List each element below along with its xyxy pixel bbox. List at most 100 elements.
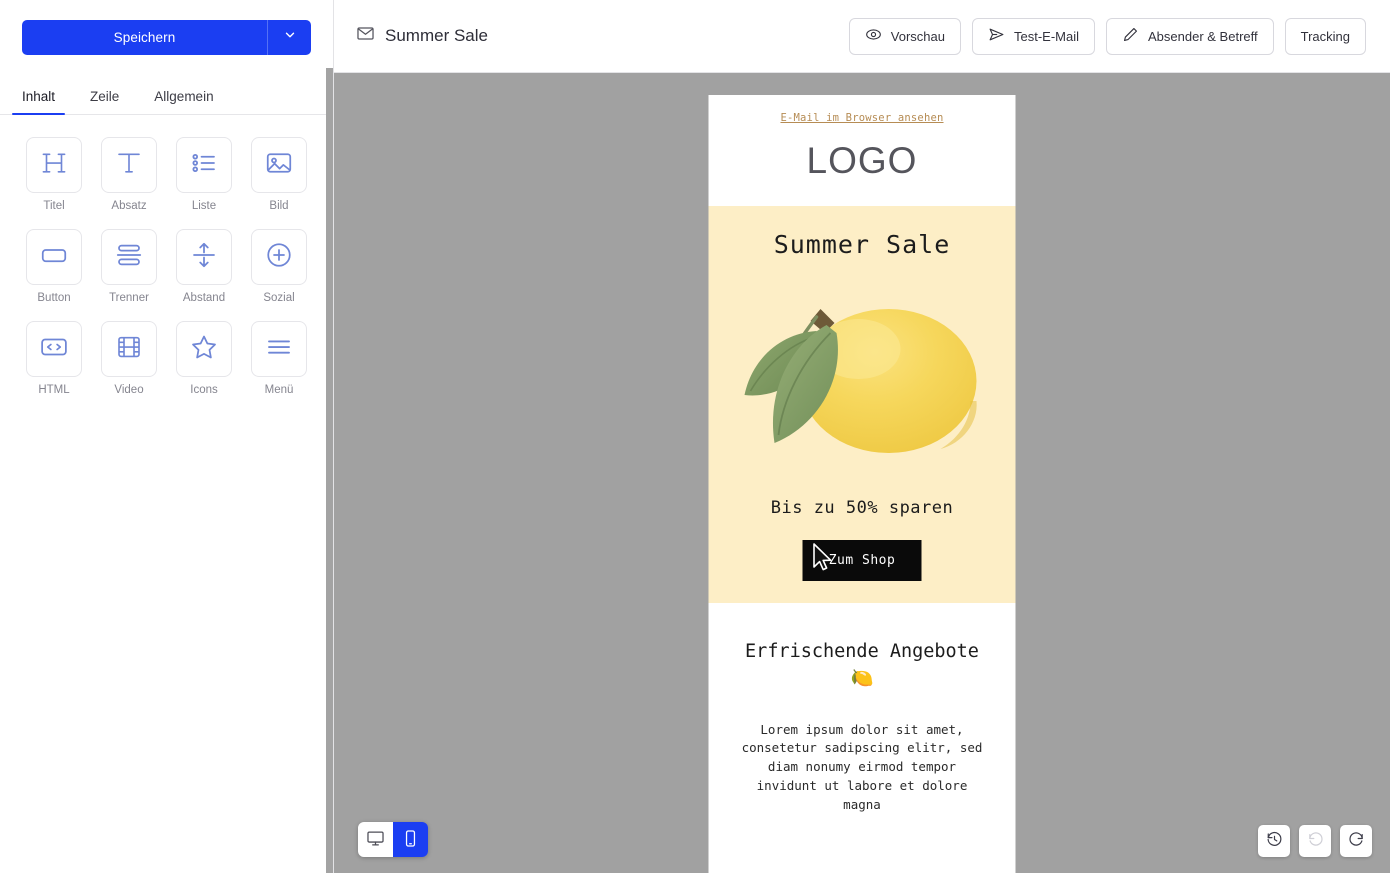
email-body-title[interactable]: Erfrischende Angebote 🍋	[733, 639, 992, 693]
preview-button[interactable]: Vorschau	[848, 17, 961, 55]
tab-zeile[interactable]: Zeile	[80, 82, 129, 114]
block-video[interactable]: Video	[96, 321, 162, 396]
history-clock-icon	[1266, 831, 1283, 851]
block-icons[interactable]: Icons	[171, 321, 237, 396]
block-label: Button	[37, 292, 71, 304]
block-html[interactable]: HTML	[21, 321, 87, 396]
block-icons-tile	[176, 321, 232, 377]
block-label: Sozial	[263, 292, 295, 304]
device-mobile-button[interactable]	[393, 822, 428, 857]
social-plus-icon	[264, 240, 294, 275]
sender-subject-button[interactable]: Absender & Betreff	[1106, 17, 1274, 55]
eye-icon	[865, 26, 882, 46]
menu-icon	[264, 332, 294, 367]
lemon-illustration-icon	[738, 283, 986, 478]
test-email-button-label: Test-E-Mail	[1014, 28, 1080, 44]
block-titel-tile	[26, 137, 82, 193]
tracking-button[interactable]: Tracking	[1284, 17, 1366, 55]
redo-button[interactable]	[1340, 825, 1372, 857]
toolbar-actions: Vorschau Test-E-Mail Absender & Betreff …	[848, 17, 1366, 55]
email-editor-app: Speichern Inhalt Zeile Allgemein Titel A…	[0, 0, 1390, 873]
email-logo[interactable]: LOGO	[709, 133, 1016, 206]
block-button[interactable]: Button	[21, 229, 87, 304]
pencil-icon	[1122, 26, 1139, 46]
version-history-button[interactable]	[1258, 825, 1290, 857]
page-title: Summer Sale	[385, 26, 488, 45]
save-button[interactable]: Speichern	[22, 20, 267, 55]
block-label: Bild	[269, 200, 289, 212]
block-bild-tile	[251, 137, 307, 193]
preview-button-label: Vorschau	[890, 28, 945, 44]
code-icon	[39, 332, 69, 367]
block-menu-tile	[251, 321, 307, 377]
block-sozial-tile	[251, 229, 307, 285]
tab-allgemein[interactable]: Allgemein	[144, 82, 223, 114]
block-absatz-tile	[101, 137, 157, 193]
email-body-text[interactable]: Lorem ipsum dolor sit amet, consetetur s…	[733, 693, 992, 815]
top-toolbar: Summer Sale Vorschau Test-E-Mail Absende…	[334, 0, 1390, 73]
block-label: Liste	[191, 200, 217, 212]
block-label: Trenner	[109, 292, 149, 304]
tracking-button-label: Tracking	[1300, 28, 1350, 44]
view-in-browser-link[interactable]: E-Mail im Browser ansehen	[709, 95, 1016, 133]
email-hero-image[interactable]	[709, 259, 1016, 498]
block-abstand-tile	[176, 229, 232, 285]
email-cta-wrap: Zum Shop	[709, 540, 1016, 581]
block-abstand[interactable]: Abstand	[171, 229, 237, 304]
sender-subject-button-label: Absender & Betreff	[1148, 28, 1258, 44]
block-label: Absatz	[111, 200, 147, 212]
block-menu[interactable]: Menü	[246, 321, 312, 396]
block-label: Abstand	[182, 292, 226, 304]
block-label: Titel	[43, 200, 65, 212]
history-controls	[1258, 825, 1372, 857]
video-icon	[114, 332, 144, 367]
block-label: HTML	[38, 384, 70, 396]
email-body-section[interactable]: Erfrischende Angebote 🍋 Lorem ipsum dolo…	[708, 603, 1016, 815]
sidebar-scrollbar[interactable]	[326, 68, 333, 873]
block-trenner[interactable]: Trenner	[96, 229, 162, 304]
paper-plane-icon	[988, 26, 1005, 46]
block-absatz[interactable]: Absatz	[96, 137, 162, 212]
block-bild[interactable]: Bild	[246, 137, 312, 212]
spacer-icon	[189, 240, 219, 275]
test-email-button[interactable]: Test-E-Mail	[972, 17, 1096, 55]
list-icon	[189, 148, 219, 183]
heading-icon	[39, 148, 69, 183]
tab-inhalt[interactable]: Inhalt	[12, 82, 66, 115]
block-trenner-tile	[101, 229, 157, 285]
block-html-tile	[26, 321, 82, 377]
block-label: Menü	[264, 384, 294, 396]
sidebar: Speichern Inhalt Zeile Allgemein Titel A…	[0, 0, 334, 873]
editor-canvas[interactable]: E-Mail im Browser ansehen LOGO Summer Sa…	[334, 73, 1390, 873]
document-title: Summer Sale	[356, 24, 488, 48]
block-label: Icons	[190, 384, 218, 396]
email-cta-button[interactable]: Zum Shop	[802, 540, 922, 581]
block-button-tile	[26, 229, 82, 285]
email-preview-frame[interactable]: E-Mail im Browser ansehen LOGO Summer Sa…	[708, 95, 1016, 873]
block-sozial[interactable]: Sozial	[246, 229, 312, 304]
chevron-down-icon	[283, 28, 297, 47]
sidebar-tabs: Inhalt Zeile Allgemein	[0, 82, 333, 115]
block-liste[interactable]: Liste	[171, 137, 237, 212]
envelope-icon	[356, 24, 375, 48]
email-hero-section[interactable]: Summer Sale Bis zu 50% sparen Zum Shop	[708, 206, 1016, 603]
star-icon	[189, 332, 219, 367]
undo-button[interactable]	[1299, 825, 1331, 857]
text-icon	[114, 148, 144, 183]
email-hero-title[interactable]: Summer Sale	[709, 230, 1016, 259]
block-liste-tile	[176, 137, 232, 193]
save-button-group: Speichern	[22, 20, 311, 55]
device-desktop-button[interactable]	[358, 822, 393, 857]
content-blocks-grid: Titel Absatz Liste Bild Button Trenner A…	[0, 115, 333, 396]
block-video-tile	[101, 321, 157, 377]
main-area: Summer Sale Vorschau Test-E-Mail Absende…	[334, 0, 1390, 873]
undo-icon	[1307, 831, 1324, 851]
device-toggle	[358, 822, 428, 857]
button-icon	[39, 240, 69, 275]
block-label: Video	[114, 384, 144, 396]
divider-icon	[114, 240, 144, 275]
save-dropdown-button[interactable]	[267, 20, 311, 55]
email-hero-subtitle[interactable]: Bis zu 50% sparen	[709, 498, 1016, 540]
block-titel[interactable]: Titel	[21, 137, 87, 212]
desktop-icon	[366, 829, 385, 851]
